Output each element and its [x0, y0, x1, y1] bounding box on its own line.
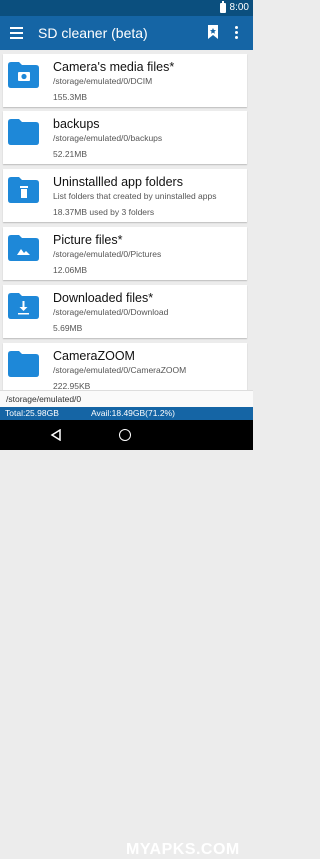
watermark-text: MYAPKS.COM	[126, 841, 240, 858]
folder-card-camera[interactable]: Camera's media files* /storage/emulated/…	[3, 54, 247, 107]
folder-icon	[8, 119, 39, 145]
folder-size: 52.21MB	[53, 149, 88, 159]
battery-icon	[219, 0, 226, 13]
camera-folder-icon	[8, 62, 39, 88]
storage-available: Avail:18.49GB(71.2%)	[91, 408, 175, 418]
folder-path: List folders that created by uninstalled…	[53, 191, 217, 201]
hamburger-menu-icon[interactable]	[10, 27, 23, 39]
more-options-icon[interactable]	[235, 26, 239, 40]
storage-total: Total:25.98GB	[5, 408, 59, 418]
storage-info-bar: Total:25.98GB Avail:18.49GB(71.2%)	[0, 407, 253, 420]
folder-size: 12.06MB	[53, 265, 88, 275]
folder-size: 5.69MB	[53, 323, 83, 333]
folder-size: 222.95KB	[53, 381, 91, 390]
folder-name: Camera's media files*	[53, 60, 175, 74]
app-title: SD cleaner (beta)	[38, 25, 148, 41]
current-path-bar: /storage/emulated/0	[0, 390, 253, 408]
folder-name: Uninstallled app folders	[53, 175, 183, 189]
app-bar: SD cleaner (beta)	[0, 16, 253, 50]
trash-folder-icon	[8, 177, 39, 203]
folder-card-uninstalled[interactable]: Uninstallled app folders List folders th…	[3, 169, 247, 222]
folder-path: /storage/emulated/0/Pictures	[53, 249, 162, 259]
home-icon[interactable]	[119, 429, 131, 441]
image-folder-icon	[8, 235, 39, 261]
folder-card-downloads[interactable]: Downloaded files* /storage/emulated/0/Do…	[3, 285, 247, 338]
folder-card-backups[interactable]: backups /storage/emulated/0/backups 52.2…	[3, 111, 247, 164]
folder-path: /storage/emulated/0/DCIM	[53, 76, 153, 86]
folder-name: Picture files*	[53, 233, 123, 247]
current-path: /storage/emulated/0	[6, 394, 82, 404]
folder-name: CameraZOOM	[53, 349, 135, 363]
folder-list: Camera's media files* /storage/emulated/…	[0, 50, 253, 390]
folder-size: 155.3MB	[53, 92, 88, 102]
status-bar: 8:00	[0, 0, 253, 16]
bookmark-icon[interactable]	[208, 25, 218, 39]
download-folder-icon	[8, 293, 39, 319]
folder-path: /storage/emulated/0/backups	[53, 133, 163, 143]
folder-name: Downloaded files*	[53, 291, 154, 305]
folder-name: backups	[53, 117, 100, 131]
status-time: 8:00	[229, 2, 249, 13]
folder-card-camerazoom[interactable]: CameraZOOM /storage/emulated/0/CameraZOO…	[3, 343, 247, 390]
folder-icon	[8, 351, 39, 377]
folder-path: /storage/emulated/0/Download	[53, 307, 169, 317]
folder-card-pictures[interactable]: Picture files* /storage/emulated/0/Pictu…	[3, 227, 247, 280]
folder-size: 18.37MB used by 3 folders	[53, 207, 155, 217]
folder-path: /storage/emulated/0/CameraZOOM	[53, 365, 187, 375]
navigation-bar: MYAPKS.COM	[0, 420, 253, 858]
back-icon[interactable]	[50, 429, 62, 441]
